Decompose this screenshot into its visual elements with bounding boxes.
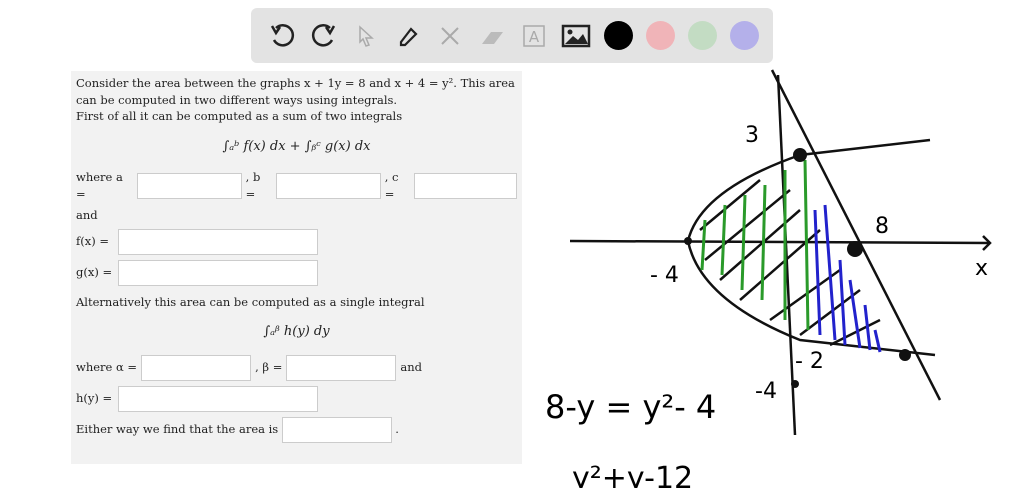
drawing-toolbar: A: [251, 8, 773, 63]
input-hy[interactable]: [118, 385, 318, 412]
label-alpha: where α =: [76, 360, 138, 375]
and-text: and: [76, 208, 98, 222]
color-pink[interactable]: [645, 21, 675, 50]
input-area[interactable]: [282, 416, 393, 443]
input-gx[interactable]: [118, 259, 318, 286]
undo-icon[interactable]: [261, 15, 303, 57]
label-neg4-y: -4: [755, 379, 777, 404]
equation-1: 8-y = y²- 4: [545, 388, 716, 426]
label-neg2: - 2: [795, 349, 824, 374]
label-x: x: [975, 256, 988, 281]
input-b[interactable]: [276, 172, 381, 199]
and-text-2: and: [400, 360, 422, 375]
color-green[interactable]: [687, 21, 717, 50]
color-black[interactable]: [603, 21, 633, 50]
input-fx[interactable]: [118, 228, 318, 255]
integral-sum: ∫ₐᵇ f(x) dx + ∫ᵦᶜ g(x) dx: [222, 138, 371, 154]
intro-text: Consider the area between the graphs x +…: [76, 76, 515, 107]
eraser-icon[interactable]: [471, 15, 513, 57]
text-icon[interactable]: A: [513, 15, 555, 57]
label-beta: , β =: [255, 360, 283, 375]
area-text: Either way we find that the area is: [76, 422, 279, 437]
label-8: 8: [875, 214, 889, 239]
period: .: [395, 422, 399, 437]
input-beta[interactable]: [286, 354, 397, 381]
svg-text:A: A: [529, 28, 540, 46]
label-neg4-x: - 4: [650, 263, 679, 288]
alt-text: Alternatively this area can be computed …: [76, 294, 425, 309]
handwritten-sketch: 3 8 - 4 x - 2 -4 8-y = y²- 4 y²+y-12: [545, 69, 992, 488]
input-a[interactable]: [137, 172, 242, 199]
equation-2: y²+y-12: [572, 461, 693, 488]
x-axis: [569, 239, 991, 245]
label-3: 3: [745, 123, 759, 148]
label-hy: h(y) =: [76, 391, 113, 406]
label-fx: f(x) =: [76, 234, 110, 249]
color-purple[interactable]: [729, 21, 759, 50]
parabola-curve: [686, 138, 936, 357]
label-b: , b =: [245, 170, 261, 201]
problem-panel: Consider the area between the graphs x +…: [71, 71, 522, 464]
input-alpha[interactable]: [141, 354, 252, 381]
label-a: where a =: [76, 170, 123, 201]
pen-icon[interactable]: [387, 15, 429, 57]
label-gx: g(x) =: [76, 265, 113, 280]
select-cursor-icon[interactable]: [345, 15, 387, 57]
label-c: , c =: [384, 170, 399, 201]
image-icon[interactable]: [555, 15, 597, 57]
tools-icon[interactable]: [429, 15, 471, 57]
line2-text: First of all it can be computed as a sum…: [76, 109, 403, 123]
integral-single: ∫ₐᵝ h(y) dy: [263, 324, 330, 339]
redo-icon[interactable]: [303, 15, 345, 57]
input-c[interactable]: [414, 172, 517, 199]
